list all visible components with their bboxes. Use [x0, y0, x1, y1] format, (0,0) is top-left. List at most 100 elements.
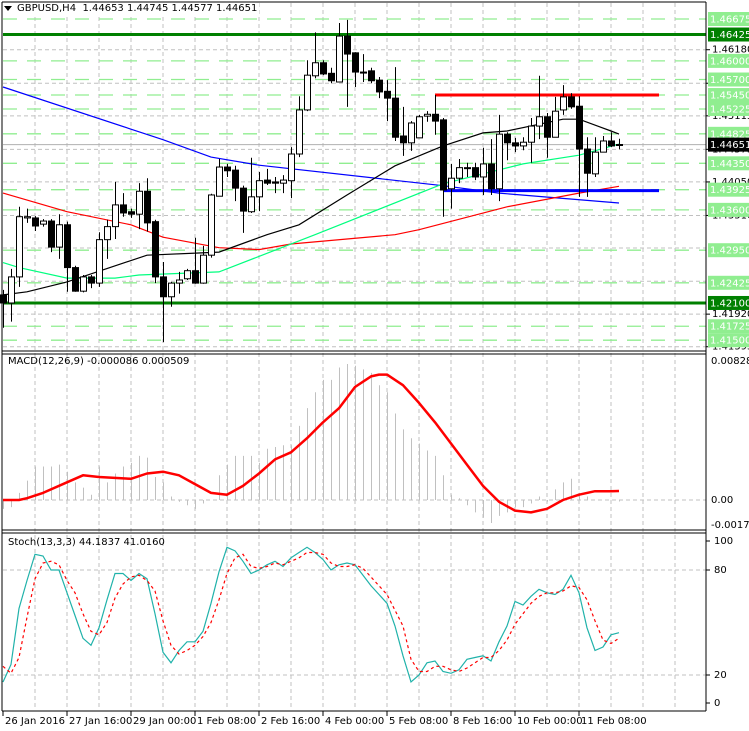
candle-body-bull: [56, 224, 63, 248]
candle-body-bull: [96, 239, 103, 284]
candle-body-bull: [600, 140, 607, 153]
candle-body-bear: [320, 62, 327, 75]
candle-body-bear: [432, 113, 439, 122]
candle-body-bear: [272, 181, 279, 184]
candle-body-bear: [264, 179, 271, 184]
candle-body-bear: [568, 96, 575, 108]
level-price-label: 1.44350: [710, 159, 749, 170]
time-axis-label: 5 Feb 08:00: [389, 716, 448, 727]
level-price-label: 1.45450: [710, 91, 749, 102]
candle-body-bear: [128, 211, 135, 215]
candle-body-bear: [328, 72, 335, 82]
stoch-tick-label: 20: [714, 670, 727, 681]
time-axis-label: 2 Feb 16:00: [261, 716, 320, 727]
candle-body-bear: [440, 119, 447, 191]
candle-body-bull: [280, 179, 287, 184]
candle-body-bear: [344, 35, 351, 55]
candle-body-bull: [80, 276, 87, 292]
candle-body-bear: [120, 204, 127, 214]
candle-body-bull: [8, 276, 15, 304]
candle-body-bear: [488, 163, 495, 190]
candle-body-bear: [48, 220, 55, 248]
macd-max-label: 0.008285: [711, 356, 749, 367]
candle-body-bull: [288, 153, 295, 182]
candle-body-bull: [24, 216, 31, 219]
candle-body-bull: [560, 96, 567, 111]
macd-label: MACD(12,26,9) -0.000086 0.000509: [8, 356, 190, 367]
candle-body-bear: [360, 71, 367, 74]
time-axis-label: 26 Jan 2016: [5, 716, 65, 727]
candle-body-bull: [448, 177, 455, 190]
candle-body-bull: [304, 74, 311, 111]
candle-body-bear: [152, 221, 159, 278]
candle-body-bull: [416, 116, 423, 139]
candle-body-bear: [384, 90, 391, 99]
stoch-tick-label: 0: [714, 698, 720, 709]
candle: [320, 60, 327, 76]
candle-body-bull: [40, 220, 47, 225]
candle: [72, 265, 79, 292]
level-price-label: 1.42950: [710, 246, 749, 257]
candle-body-bear: [368, 70, 375, 82]
level-price-label: 1.45225: [710, 105, 749, 116]
time-axis-label: 1 Feb 08:00: [197, 716, 256, 727]
candle-body-bull: [296, 109, 303, 155]
candle-body-bear: [240, 187, 247, 212]
candle-body-bull: [520, 141, 527, 147]
candle-body-bull: [528, 125, 535, 143]
candle-body-bear: [544, 116, 551, 138]
candle-body-bear: [144, 190, 151, 224]
candle-body-bull: [112, 204, 119, 228]
candle: [48, 219, 55, 253]
candle-body-bear: [392, 97, 399, 138]
candle-body-bull: [536, 116, 543, 127]
candle-body-bear: [232, 169, 239, 189]
chart-header: GBPUSD,H4 1.44653 1.44745 1.44577 1.4465…: [4, 3, 260, 14]
time-axis-label: 29 Jan 00:00: [133, 716, 196, 727]
candle-body-bull: [248, 196, 255, 213]
candle-body-bull: [208, 194, 215, 256]
candle-body-bear: [376, 79, 383, 93]
price-tick-label: 1.41920: [712, 309, 749, 320]
candle-body-bear: [504, 133, 511, 144]
candle-body-bull: [176, 279, 183, 284]
candle: [152, 219, 159, 284]
candle-body-bull: [200, 254, 207, 284]
candle-body-bear: [32, 217, 39, 227]
time-axis-label: 8 Feb 16:00: [453, 716, 512, 727]
candle-body-bull: [592, 151, 599, 175]
level-price-label: 1.42100: [710, 298, 749, 309]
candle-body-bear: [608, 140, 615, 147]
candle-body-bear: [472, 167, 479, 178]
candle-body-bear: [224, 166, 231, 172]
level-price-label: 1.41500: [710, 336, 749, 347]
candle-body-bull: [136, 190, 143, 215]
time-axis-label: 10 Feb 00:00: [517, 716, 583, 727]
level-price-label: 1.45700: [710, 75, 749, 86]
time-axis-label: 11 Feb 08:00: [581, 716, 647, 727]
candle: [96, 232, 103, 287]
time-axis-label: 4 Feb 00:00: [325, 716, 384, 727]
candle-body-bull: [312, 62, 319, 77]
candle-body-bear: [352, 52, 359, 73]
macd-min-label: -0.001738: [711, 520, 749, 531]
dropdown-triangle-icon[interactable]: [4, 5, 12, 11]
stoch-label: Stoch(13,3,3) 44.1837 41.0160: [8, 537, 165, 548]
candle-body-bear: [0, 294, 7, 304]
time-axis-label: 27 Jan 16:00: [69, 716, 132, 727]
candle-body-bull: [336, 35, 343, 83]
current-price-label: 1.44651: [710, 140, 749, 151]
candle-body-bear: [400, 135, 407, 144]
candle-body-bull: [456, 167, 463, 179]
level-price-label: 1.46000: [710, 56, 749, 67]
candle: [184, 268, 191, 281]
candle-body-bull: [496, 133, 503, 190]
candle-body-bull: [424, 113, 431, 117]
level-price-label: 1.46425: [710, 30, 749, 41]
candle: [80, 275, 87, 293]
candle-body-bull: [168, 282, 175, 298]
level-price-label: 1.43925: [710, 185, 749, 196]
candle: [416, 114, 423, 139]
ohlc-values: 1.44653 1.44745 1.44577 1.44651: [82, 3, 258, 14]
level-price-label: 1.46675: [710, 15, 749, 26]
